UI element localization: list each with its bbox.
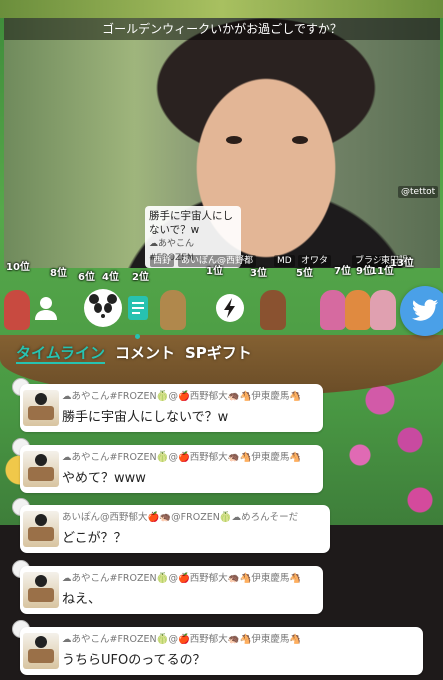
viewer-avatar[interactable] (370, 290, 396, 330)
avatar (23, 451, 59, 487)
comment-bubble[interactable]: ☁あやこん#FROZEN🍈@🍎西野郁大🦔🐴伊東慶馬🐴 ねえ、 (20, 566, 323, 614)
video-tag: 西野 (150, 255, 175, 267)
rank-label: 3位 (250, 268, 267, 279)
tab-timeline[interactable]: タイムライン (16, 342, 105, 364)
comment-text: 勝手に宇宙人にしないで？w (62, 410, 229, 425)
live-stream-screen: ゴールデンウィークいかがお過ごしですか？ 勝手に宇宙人にしないで？w ☁あやこん… (0, 0, 443, 680)
rank-label: 4位 (102, 272, 119, 283)
avatar (23, 390, 59, 426)
rank-label: 5位 (296, 268, 313, 279)
viewer-avatar[interactable] (320, 290, 346, 330)
video-tag: @tettot (398, 186, 439, 198)
comment-bubble[interactable]: ☁あやこん#FROZEN🍈@🍎西野郁大🦔🐴伊東慶馬🐴 うちらUFOのってるの？ (20, 627, 423, 675)
person-icon[interactable] (30, 292, 62, 324)
avatar (23, 511, 59, 547)
viewer-avatar[interactable] (4, 290, 30, 330)
avatar (23, 572, 59, 608)
timeline-tabs: タイムライン コメント SPギフト (16, 342, 252, 364)
rank-label: 7位 (334, 266, 351, 277)
video-comment-text: 勝手に宇宙人にしないで？w (149, 210, 233, 236)
comment-text: うちらUFOのってるの？ (62, 653, 206, 668)
video-tag: MD (274, 255, 295, 267)
viewer-avatar[interactable] (345, 290, 371, 330)
avatar (23, 633, 59, 669)
comment-text: どこが？？ (62, 531, 127, 546)
rank-label: 8位 (50, 268, 67, 279)
comment-user: あいぽん@西野郁大🍎🦔@FROZEN🍈☁めろんそーだ (62, 512, 299, 523)
stream-banner: ゴールデンウィークいかがお過ごしですか？ (4, 18, 440, 40)
viewer-avatar[interactable] (260, 290, 286, 330)
timeline-icon[interactable] (122, 292, 154, 324)
face-eye (226, 136, 242, 144)
panda-icon[interactable] (84, 289, 122, 327)
active-indicator (135, 334, 140, 339)
comment-text: ねえ、 (62, 592, 102, 607)
comment-user: ☁あやこん#FROZEN🍈@🍎西野郁大🦔🐴伊東慶馬🐴 (62, 452, 302, 463)
twitter-bird-icon (412, 299, 438, 321)
comment-bubble[interactable]: あいぽん@西野郁大🍎🦔@FROZEN🍈☁めろんそーだ どこが？？ (20, 505, 330, 553)
lightning-icon[interactable] (214, 292, 246, 324)
comment-user: ☁あやこん#FROZEN🍈@🍎西野郁大🦔🐴伊東慶馬🐴 (62, 573, 302, 584)
tab-sp-gift[interactable]: SPギフト (185, 342, 252, 364)
rank-label: 2位 (132, 272, 149, 283)
rank-label: 13位 (390, 258, 414, 269)
comment-text: やめて？www (62, 471, 146, 486)
comment-user: ☁あやこん#FROZEN🍈@🍎西野郁大🦔🐴伊東慶馬🐴 (62, 634, 302, 645)
comment-bubble[interactable]: ☁あやこん#FROZEN🍈@🍎西野郁大🦔🐴伊東慶馬🐴 やめて？www (20, 445, 323, 493)
comment-bubble[interactable]: ☁あやこん#FROZEN🍈@🍎西野郁大🦔🐴伊東慶馬🐴 勝手に宇宙人にしないで？w (20, 384, 323, 432)
face-eye (292, 136, 308, 144)
tab-comment[interactable]: コメント (115, 342, 175, 364)
rank-label: 6位 (78, 272, 95, 283)
rank-label: 10位 (6, 262, 30, 273)
decor-strip (0, 0, 443, 18)
comment-user: ☁あやこん#FROZEN🍈@🍎西野郁大🦔🐴伊東慶馬🐴 (62, 391, 302, 402)
rank-label: 1位 (206, 266, 223, 277)
twitter-share-button[interactable] (400, 286, 443, 336)
viewer-avatar[interactable] (160, 290, 186, 330)
